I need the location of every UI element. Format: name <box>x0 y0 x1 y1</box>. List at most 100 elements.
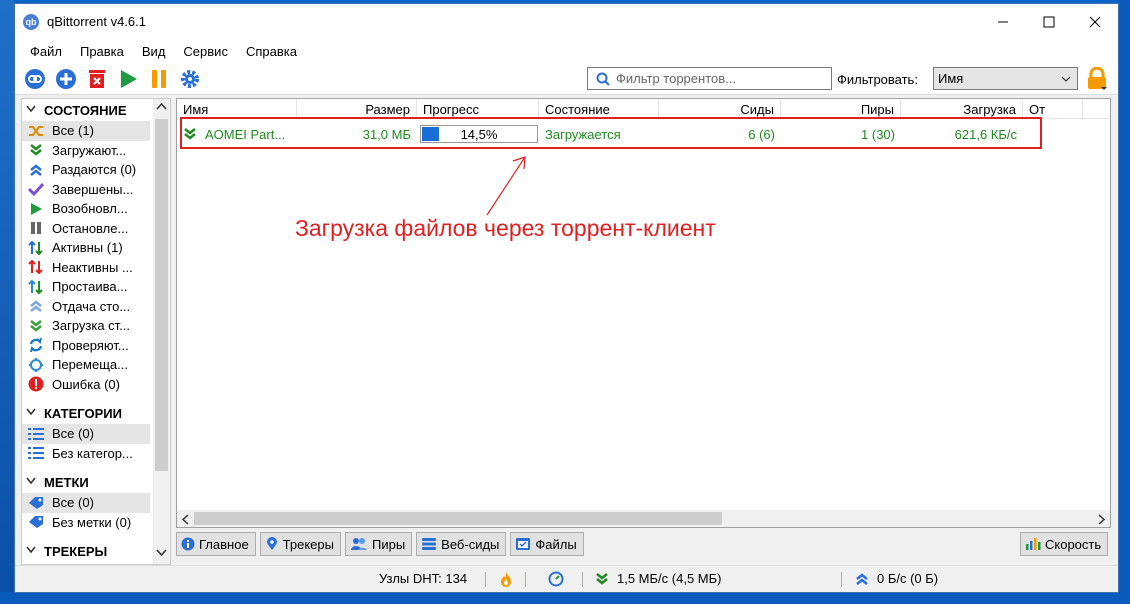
chevron-down-icon <box>1061 72 1071 87</box>
sidebar-status-item[interactable]: Неактивны ... <box>22 258 150 278</box>
categories-section-header[interactable]: КАТЕГОРИИ <box>22 402 170 424</box>
trash-icon <box>88 69 105 88</box>
sidebar-status-item[interactable]: Возобновл... <box>22 199 150 219</box>
status-section-header[interactable]: СОСТОЯНИЕ <box>22 99 170 121</box>
tab-label: Главное <box>199 536 249 552</box>
sidebar-status-item[interactable]: Остановле... <box>22 219 150 239</box>
col-status[interactable]: Состояние <box>539 99 659 118</box>
tag-icon <box>28 514 44 530</box>
sidebar-status-item[interactable]: Отдача сто... <box>22 297 150 317</box>
upload-speed-status[interactable]: 0 Б/с (0 Б) <box>855 571 938 586</box>
col-name[interactable]: Имя <box>177 99 297 118</box>
trackers-section-header[interactable]: ТРЕКЕРЫ <box>22 540 170 562</box>
sidebar-status-item[interactable]: Ошибка (0) <box>22 375 150 395</box>
resume-button[interactable] <box>112 65 143 93</box>
pause-icon <box>151 69 166 88</box>
lock-icon[interactable] <box>1086 66 1108 94</box>
menu-help[interactable]: Справка <box>237 44 306 59</box>
torrent-list: Имя Размер Прогресс Состояние Сиды Пиры … <box>176 98 1111 528</box>
col-size[interactable]: Размер <box>297 99 417 118</box>
menu-tools[interactable]: Сервис <box>174 44 237 59</box>
chevron-left-icon[interactable] <box>181 513 189 527</box>
tab-web-seeds[interactable]: Веб-сиды <box>416 532 507 556</box>
sidebar-item-tag-all[interactable]: Все (0) <box>22 493 150 513</box>
menu-edit[interactable]: Правка <box>71 44 133 59</box>
upload-speed-text: 0 Б/с (0 Б) <box>877 571 939 586</box>
add-link-button[interactable] <box>19 65 50 93</box>
sidebar-scroll-thumb[interactable] <box>155 119 168 471</box>
close-button[interactable] <box>1072 4 1118 39</box>
col-progress[interactable]: Прогресс <box>417 99 539 118</box>
info-icon <box>181 537 195 551</box>
download-speed-status[interactable]: 1,5 МБ/с (4,5 МБ) <box>595 571 721 586</box>
gear-icon <box>180 69 199 88</box>
status-separator <box>485 572 486 587</box>
sidebar-status-item[interactable]: Раздаются (0) <box>22 160 150 180</box>
sidebar-item-label: Ошибка (0) <box>52 376 120 392</box>
tags-section-title: МЕТКИ <box>44 474 89 490</box>
users-icon <box>350 537 368 551</box>
tags-section-header[interactable]: МЕТКИ <box>22 471 170 493</box>
tab-general[interactable]: Главное <box>176 532 256 556</box>
stalled-icon <box>28 279 44 295</box>
sidebar-item-label: Загружают... <box>52 142 127 158</box>
filter-by-select[interactable]: Имя <box>933 67 1078 90</box>
sidebar-status-item[interactable]: Завершены... <box>22 180 150 200</box>
checking-icon <box>28 337 44 353</box>
sidebar-status-item[interactable]: Загружают... <box>22 141 150 161</box>
tag-icon <box>28 495 44 511</box>
sidebar-item-category-all[interactable]: Все (0) <box>22 424 150 444</box>
tab-files[interactable]: Файлы <box>510 532 584 556</box>
sidebar-item-uncategorized[interactable]: Без категор... <box>22 444 150 464</box>
sidebar: СОСТОЯНИЕ Все (1) Загружают... Раздаются (… <box>21 98 171 565</box>
col-peers[interactable]: Пиры <box>781 99 901 118</box>
minimize-button[interactable] <box>980 4 1026 39</box>
col-download-speed[interactable]: Загрузка <box>901 99 1023 118</box>
chevron-down-icon <box>26 545 36 557</box>
sidebar-item-label: Без категор... <box>52 445 133 461</box>
maximize-button[interactable] <box>1026 4 1072 39</box>
sidebar-item-label: Возобновл... <box>52 201 128 217</box>
sidebar-item-label: Все (1) <box>52 123 94 139</box>
plus-icon <box>55 68 76 89</box>
col-seeds[interactable]: Сиды <box>659 99 781 118</box>
tab-trackers[interactable]: Трекеры <box>259 532 341 556</box>
horizontal-scroll-thumb[interactable] <box>194 512 722 525</box>
sidebar-item-label: Загрузка ст... <box>52 318 131 334</box>
chevron-down-icon <box>26 476 36 488</box>
server-icon <box>421 537 437 551</box>
sidebar-status-item[interactable]: Простаива... <box>22 277 150 297</box>
sidebar-status-item[interactable]: Все (1) <box>22 121 150 141</box>
chevron-up-icon[interactable] <box>156 101 167 113</box>
horizontal-scrollbar[interactable] <box>177 510 1110 527</box>
chevron-down-icon[interactable] <box>156 548 167 560</box>
speed-button[interactable]: Скорость <box>1020 532 1109 556</box>
status-separator <box>525 572 526 587</box>
status-separator <box>582 572 583 587</box>
sidebar-scrollbar[interactable] <box>153 99 170 564</box>
moving-icon <box>28 357 44 373</box>
delete-button[interactable] <box>81 65 112 93</box>
menu-view[interactable]: Вид <box>133 44 175 59</box>
menu-file[interactable]: Файл <box>21 44 71 59</box>
settings-button[interactable] <box>174 65 205 93</box>
sidebar-status-item[interactable]: Загрузка ст... <box>22 316 150 336</box>
speed-button-label: Скорость <box>1045 536 1102 552</box>
sidebar-status-item[interactable]: Проверяют... <box>22 336 150 356</box>
chevron-right-icon[interactable] <box>1098 513 1106 527</box>
download-arrow-icon <box>595 572 609 586</box>
col-upload-speed[interactable]: От <box>1023 99 1083 118</box>
speedometer-icon[interactable] <box>548 571 564 587</box>
sidebar-item-label: Перемеща... <box>52 357 128 373</box>
add-torrent-button[interactable] <box>50 65 81 93</box>
sidebar-item-untagged[interactable]: Без метки (0) <box>22 513 150 533</box>
fire-icon[interactable] <box>499 571 513 587</box>
error-icon <box>28 376 44 392</box>
search-input[interactable]: Фильтр торрентов... <box>587 67 832 90</box>
search-icon <box>596 72 610 86</box>
title-bar[interactable]: qb qBittorrent v4.6.1 <box>15 4 1118 39</box>
sidebar-status-item[interactable]: Активны (1) <box>22 238 150 258</box>
pause-button[interactable] <box>143 65 174 93</box>
sidebar-status-item[interactable]: Перемеща... <box>22 355 150 375</box>
tab-peers[interactable]: Пиры <box>344 532 413 556</box>
